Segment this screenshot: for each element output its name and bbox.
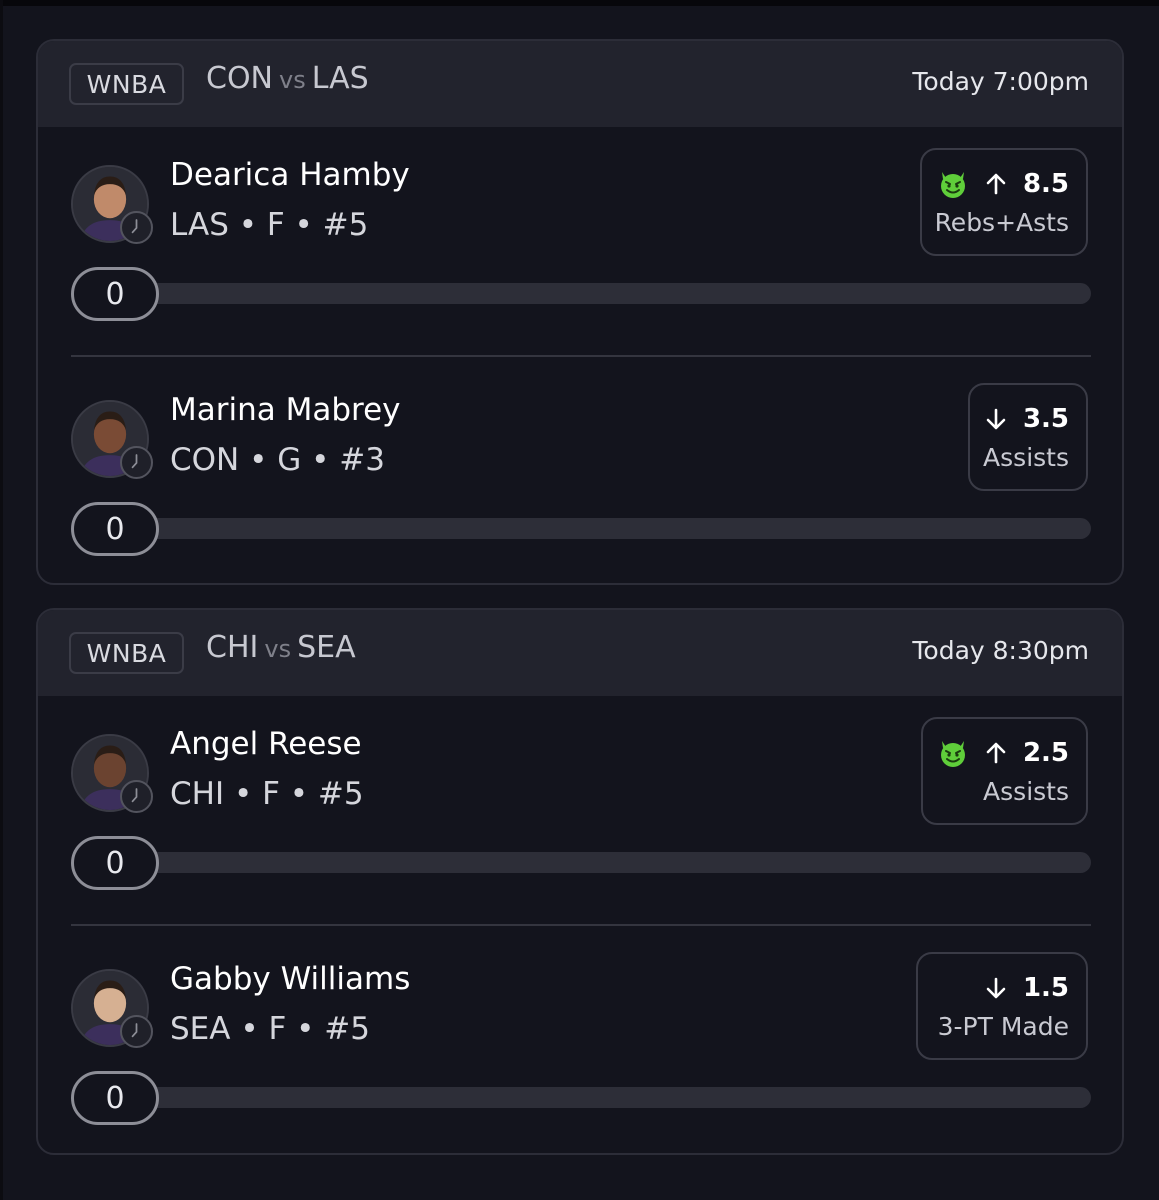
player-meta: CHI • F • #5 [170, 776, 364, 812]
player-row[interactable]: Dearica Hamby LAS • F • #5 8.5 Rebs+Asts… [38, 127, 1122, 327]
arrow-down-icon [983, 406, 1009, 432]
progress-bar: 0 [71, 1071, 1091, 1125]
current-count: 0 [71, 267, 159, 321]
current-count: 0 [71, 502, 159, 556]
devil-face-icon [937, 737, 969, 769]
stat-type: Rebs+Asts [934, 208, 1069, 237]
pick-card[interactable]: 8.5 Rebs+Asts [920, 148, 1088, 256]
player-row[interactable]: Angel Reese CHI • F • #5 2.5 Assists 0 [38, 696, 1122, 896]
home-team: CHI [206, 630, 259, 665]
game-card[interactable]: WNBA CON vs LAS Today 7:00pm Dearica Hamby… [36, 39, 1124, 585]
top-edge [0, 0, 1159, 6]
pick-line: 1.5 [983, 970, 1069, 1006]
stat-type: 3-PT Made [937, 1012, 1069, 1041]
progress-track [111, 852, 1091, 873]
game-card[interactable]: WNBA CHI vs SEA Today 8:30pm Angel Reese C… [36, 608, 1124, 1155]
player-name: Gabby Williams [170, 961, 411, 997]
progress-track [111, 283, 1091, 304]
league-badge: WNBA [69, 632, 184, 674]
current-count: 0 [71, 836, 159, 890]
devil-face-icon [937, 168, 969, 200]
clock-icon [120, 446, 153, 479]
matchup: CHI vs SEA [206, 630, 356, 665]
progress-bar: 0 [71, 267, 1091, 321]
arrow-down-icon [983, 975, 1009, 1001]
left-edge [0, 0, 3, 1200]
home-team: CON [206, 61, 274, 96]
pick-line: 3.5 [983, 401, 1069, 437]
progress-bar: 0 [71, 502, 1091, 556]
pick-card[interactable]: 1.5 3-PT Made [916, 952, 1088, 1060]
matchup: CON vs LAS [206, 61, 369, 96]
away-team: LAS [311, 61, 369, 96]
away-team: SEA [297, 630, 356, 665]
line-value: 3.5 [1022, 404, 1069, 434]
game-time: Today 7:00pm [912, 67, 1089, 96]
player-name: Marina Mabrey [170, 392, 401, 428]
pick-card[interactable]: 3.5 Assists [968, 383, 1088, 491]
game-time: Today 8:30pm [912, 636, 1089, 665]
player-meta: CON • G • #3 [170, 442, 385, 478]
arrow-up-icon [983, 740, 1009, 766]
row-divider [71, 355, 1091, 357]
player-meta: LAS • F • #5 [170, 207, 369, 243]
row-divider [71, 924, 1091, 926]
clock-icon [120, 211, 153, 244]
player-row[interactable]: Gabby Williams SEA • F • #5 1.5 3-PT Mad… [38, 931, 1122, 1131]
progress-bar: 0 [71, 836, 1091, 890]
stat-type: Assists [983, 777, 1069, 806]
player-row[interactable]: Marina Mabrey CON • G • #3 3.5 Assists 0 [38, 362, 1122, 562]
player-meta: SEA • F • #5 [170, 1011, 370, 1047]
stat-type: Assists [983, 443, 1069, 472]
vs-label: vs [264, 635, 292, 663]
pick-line: 8.5 [937, 166, 1069, 202]
current-count: 0 [71, 1071, 159, 1125]
pick-line: 2.5 [937, 735, 1069, 771]
clock-icon [120, 1015, 153, 1048]
game-header: WNBA CON vs LAS Today 7:00pm [38, 41, 1122, 127]
player-name: Dearica Hamby [170, 157, 410, 193]
line-value: 1.5 [1022, 973, 1069, 1003]
clock-icon [120, 780, 153, 813]
progress-track [111, 1087, 1091, 1108]
line-value: 8.5 [1022, 169, 1069, 199]
vs-label: vs [279, 66, 306, 94]
league-badge: WNBA [69, 63, 184, 105]
pick-card[interactable]: 2.5 Assists [921, 717, 1088, 825]
line-value: 2.5 [1022, 738, 1069, 768]
arrow-up-icon [983, 171, 1009, 197]
game-header: WNBA CHI vs SEA Today 8:30pm [38, 610, 1122, 696]
progress-track [111, 518, 1091, 539]
player-name: Angel Reese [170, 726, 362, 762]
